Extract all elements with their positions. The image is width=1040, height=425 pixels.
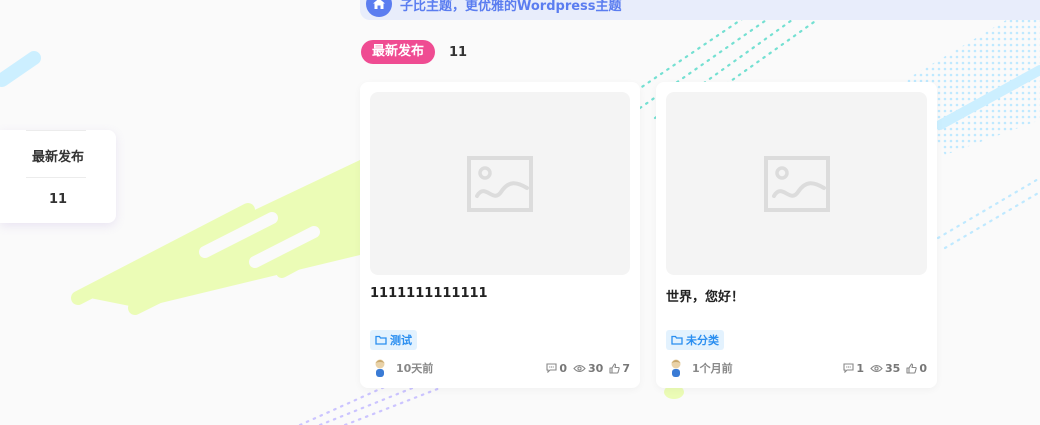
image-placeholder-icon xyxy=(763,155,830,212)
divider xyxy=(26,177,86,178)
comment-count: 1 xyxy=(856,361,865,375)
avatar[interactable] xyxy=(666,358,686,378)
image-placeholder-icon xyxy=(467,155,533,212)
eye-icon xyxy=(573,364,586,372)
post-title[interactable]: 世界，您好！ xyxy=(666,286,744,305)
post-time: 10天前 xyxy=(396,362,434,375)
category-tag[interactable]: 未分类 xyxy=(666,330,724,350)
folder-icon xyxy=(671,335,683,345)
notice-banner[interactable]: 子比主题，更优雅的Wordpress主题 xyxy=(360,0,1040,20)
like-stat[interactable]: 0 xyxy=(906,362,927,375)
category-label: 未分类 xyxy=(686,334,719,347)
sidebar-card-title: 最新发布 xyxy=(31,150,84,165)
view-stat: 35 xyxy=(870,362,900,375)
thumbs-up-icon xyxy=(609,362,621,374)
sidebar-card-count: 11 xyxy=(48,192,68,207)
post-thumbnail[interactable] xyxy=(666,92,927,275)
post-meta: 10天前 0 30 7 xyxy=(370,357,630,379)
post-thumbnail[interactable] xyxy=(370,92,630,275)
comment-icon xyxy=(546,363,557,373)
post-card[interactable]: 1111111111111 测试 10天前 0 30 7 xyxy=(360,82,640,388)
latest-posts-badge[interactable]: 最新发布 xyxy=(361,40,436,64)
post-stats: 1 35 0 xyxy=(837,362,927,375)
comment-stat: 0 xyxy=(546,362,567,375)
home-icon xyxy=(366,0,392,17)
post-card[interactable]: 世界，您好！ 未分类 1个月前 1 35 0 xyxy=(656,82,937,388)
comment-count: 0 xyxy=(559,361,568,375)
avatar[interactable] xyxy=(370,358,390,378)
post-meta: 1个月前 1 35 0 xyxy=(666,357,927,379)
view-count: 35 xyxy=(885,361,901,375)
thumbs-up-icon xyxy=(906,362,918,374)
post-title[interactable]: 1111111111111 xyxy=(370,286,488,301)
category-tag[interactable]: 测试 xyxy=(370,330,417,350)
folder-icon xyxy=(375,335,387,345)
like-stat[interactable]: 7 xyxy=(609,362,630,375)
like-count: 0 xyxy=(919,361,927,375)
view-stat: 30 xyxy=(573,362,603,375)
sidebar-latest-card[interactable]: 最新发布 11 xyxy=(0,130,116,223)
latest-posts-header: 最新发布 11 xyxy=(361,40,467,64)
post-stats: 0 30 7 xyxy=(540,362,630,375)
comment-icon xyxy=(843,363,854,373)
comment-stat: 1 xyxy=(843,362,864,375)
view-count: 30 xyxy=(588,361,604,375)
divider xyxy=(26,130,86,131)
latest-posts-count: 11 xyxy=(449,44,468,60)
eye-icon xyxy=(870,364,883,372)
like-count: 7 xyxy=(622,361,630,375)
category-label: 测试 xyxy=(390,334,412,347)
banner-text: 子比主题，更优雅的Wordpress主题 xyxy=(400,0,622,14)
post-time: 1个月前 xyxy=(692,362,733,375)
